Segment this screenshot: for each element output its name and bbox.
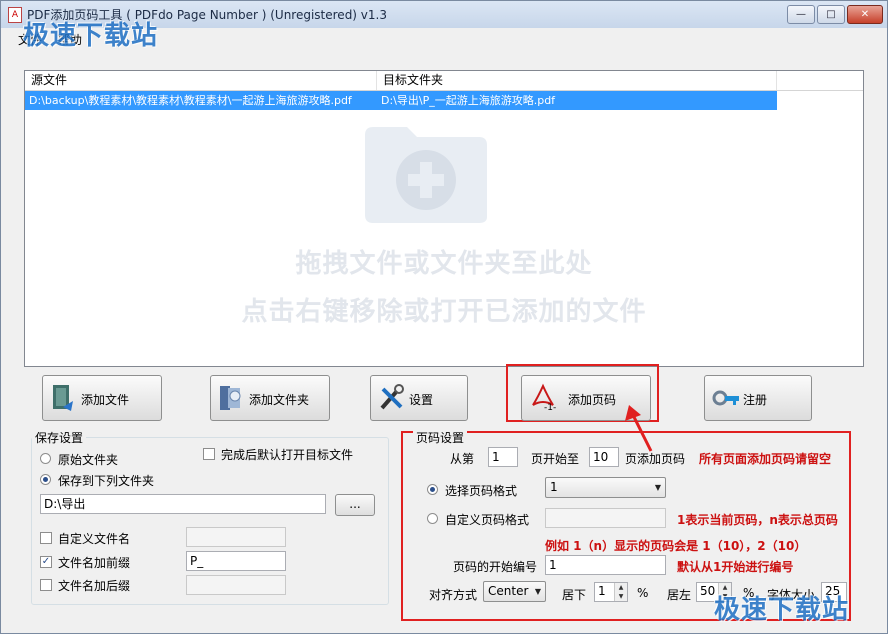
watermark-top: 极速下载站	[23, 21, 159, 51]
bottom-percent: %	[637, 586, 649, 600]
suffix-input[interactable]	[186, 575, 286, 595]
tools-icon	[380, 384, 404, 410]
column-header-source[interactable]: 源文件	[25, 71, 377, 90]
custom-name-checkbox[interactable]	[40, 532, 52, 544]
settings-label: 设置	[409, 393, 434, 407]
key-icon	[712, 390, 739, 406]
add-file-button[interactable]: 添加文件	[42, 375, 162, 421]
custom-format-input[interactable]	[545, 508, 666, 528]
format-select[interactable]: 1 ▼	[545, 477, 666, 498]
left-spinner-value: 50	[700, 584, 716, 598]
add-file-icon	[53, 385, 73, 411]
start-to-label: 页开始至	[531, 452, 580, 466]
left-label: 居左	[667, 588, 692, 602]
page-settings-title: 页码设置	[413, 429, 468, 446]
custom-name-input[interactable]	[186, 527, 286, 547]
add-prefix-checkbox[interactable]: ✓	[40, 556, 52, 568]
file-list-header: 源文件 目标文件夹	[25, 71, 863, 91]
prefix-input[interactable]: P_	[186, 551, 286, 571]
format-select-value: 1	[550, 480, 558, 494]
custom-format-radio[interactable]	[427, 513, 438, 524]
add-page-number-label: 添加页码	[568, 393, 617, 407]
align-select-value: Center	[488, 584, 529, 598]
save-to-folder-label: 保存到下列文件夹	[58, 474, 155, 488]
from-page-input[interactable]: 1	[488, 447, 518, 467]
spinner-arrows-icon[interactable]: ▲ ▼	[614, 583, 627, 601]
register-label: 注册	[743, 393, 768, 407]
chevron-down-icon: ▼	[534, 587, 541, 596]
row-target-path: D:\导出\P_一起游上海旅游攻略.pdf	[381, 94, 556, 107]
app-window: A PDF添加页码工具 ( PDFdo Page Number ) (Unreg…	[0, 0, 888, 634]
to-page-input[interactable]: 10	[589, 447, 619, 467]
file-list[interactable]: 源文件 目标文件夹 D:\backup\教程素材\教程素材\教程素材\一起游上海…	[24, 70, 864, 367]
add-suffix-label: 文件名加后缀	[58, 579, 131, 593]
pdf-app-icon: A	[8, 7, 22, 23]
note-all-pages: 所有页面添加页码请留空	[699, 452, 832, 466]
drop-hint-line2: 点击右键移除或打开已添加的文件	[241, 297, 647, 327]
add-file-label: 添加文件	[81, 393, 130, 407]
close-button[interactable]: ✕	[847, 5, 883, 24]
open-after-label: 完成后默认打开目标文件	[221, 448, 354, 462]
add-folder-placeholder-icon	[365, 127, 487, 223]
custom-name-label: 自定义文件名	[58, 532, 131, 546]
note-start-number: 默认从1开始进行编号	[677, 560, 794, 574]
save-to-folder-radio[interactable]	[40, 474, 51, 485]
note-example: 例如 1（n）显示的页码会是 1（10），2（10）	[545, 539, 807, 553]
table-row[interactable]: D:\backup\教程素材\教程素材\教程素材\一起游上海旅游攻略.pdf D…	[25, 91, 777, 110]
browse-button[interactable]: ...	[335, 494, 375, 516]
open-after-checkbox[interactable]	[203, 448, 215, 460]
note-format: 1表示当前页码，n表示总页码	[677, 513, 838, 527]
bottom-label: 居下	[562, 588, 587, 602]
align-select[interactable]: Center ▼	[483, 581, 546, 602]
original-folder-radio[interactable]	[40, 453, 51, 464]
bottom-spinner-value: 1	[598, 584, 606, 598]
align-label: 对齐方式	[429, 588, 478, 602]
add-suffix-checkbox[interactable]	[40, 579, 52, 591]
bottom-spinner[interactable]: 1 ▲ ▼	[594, 582, 628, 602]
add-folder-button[interactable]: 添加文件夹	[210, 375, 330, 421]
register-button[interactable]: 注册	[704, 375, 812, 421]
add-folder-icon	[220, 386, 241, 410]
settings-button[interactable]: 设置	[370, 375, 468, 421]
select-format-label: 选择页码格式	[445, 484, 518, 498]
save-settings-title: 保存设置	[32, 429, 87, 446]
original-folder-label: 原始文件夹	[58, 453, 119, 467]
chevron-down-icon: ▼	[654, 483, 661, 492]
custom-format-label: 自定义页码格式	[445, 513, 530, 527]
drop-hint-line1: 拖拽文件或文件夹至此处	[295, 249, 593, 279]
add-folder-label: 添加文件夹	[249, 393, 310, 407]
page-number-icon-label: -1-	[544, 403, 557, 413]
row-source-path: D:\backup\教程素材\教程素材\教程素材\一起游上海旅游攻略.pdf	[29, 94, 352, 107]
watermark-bottom: 极速下载站	[714, 595, 850, 625]
start-number-input[interactable]: 1	[545, 555, 666, 575]
start-number-label: 页码的开始编号	[453, 560, 538, 574]
maximize-button[interactable]: □	[817, 5, 845, 24]
output-folder-input[interactable]: D:\导出	[40, 494, 326, 514]
column-header-target[interactable]: 目标文件夹	[377, 71, 777, 90]
add-page-label: 页添加页码	[625, 452, 686, 466]
add-prefix-label: 文件名加前缀	[58, 556, 131, 570]
minimize-button[interactable]: —	[787, 5, 815, 24]
from-page-label: 从第	[450, 452, 475, 466]
select-format-radio[interactable]	[427, 484, 438, 495]
